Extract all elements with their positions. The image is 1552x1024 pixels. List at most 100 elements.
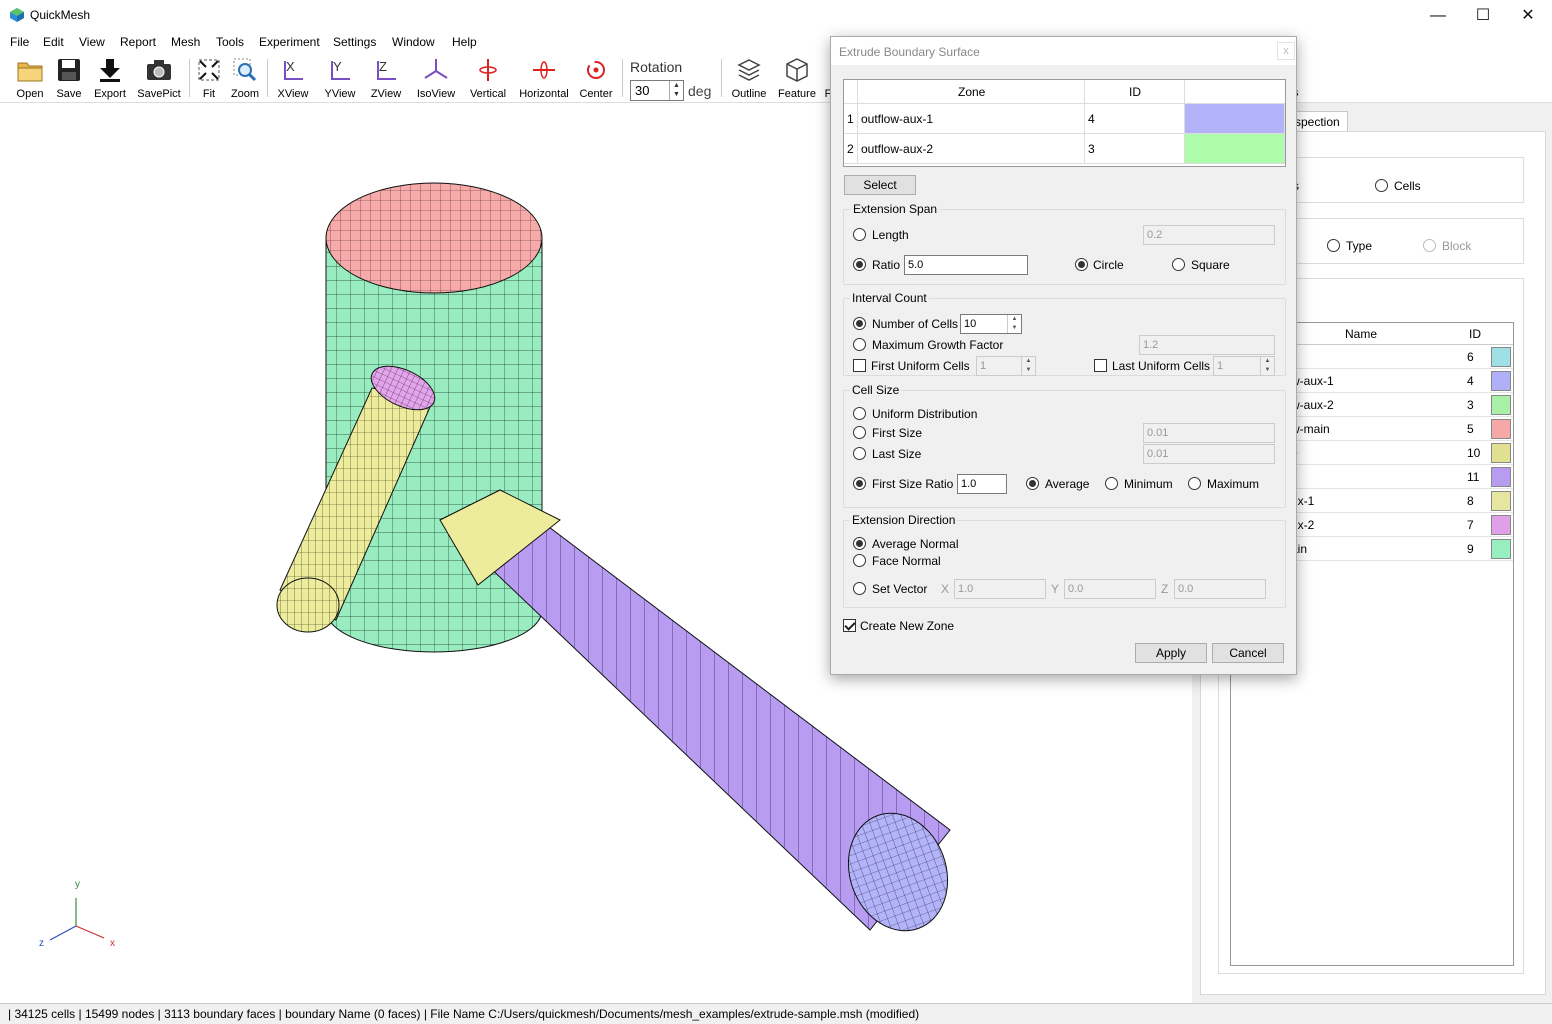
ratio-label: Ratio — [872, 258, 901, 272]
app-title: QuickMesh — [30, 8, 91, 22]
spinner-arrows-icon[interactable]: ▲ ▼ — [1021, 357, 1035, 375]
first-size-input[interactable]: 0.01 — [1143, 423, 1275, 443]
max-growth-input[interactable]: 1.2 — [1139, 335, 1275, 355]
maximum-radio[interactable] — [1188, 477, 1201, 490]
zone-color-swatch — [1185, 104, 1285, 134]
face-normal-radio[interactable] — [853, 554, 866, 567]
zview-button[interactable]: Z ZView — [366, 55, 406, 101]
menu-edit[interactable]: Edit — [43, 35, 64, 49]
minimum-label: Minimum — [1124, 477, 1173, 491]
menu-report[interactable]: Report — [120, 35, 156, 49]
x-axis-view-icon: X — [284, 59, 303, 80]
uniform-distribution-radio[interactable] — [853, 407, 866, 420]
export-button[interactable]: Export — [89, 55, 131, 101]
feature-button[interactable]: Feature — [775, 55, 819, 101]
menu-mesh[interactable]: Mesh — [171, 35, 200, 49]
first-size-radio[interactable] — [853, 426, 866, 439]
last-uniform-checkbox[interactable] — [1094, 359, 1107, 372]
axis-triad-icon — [49, 898, 105, 941]
number-of-cells-radio[interactable] — [853, 317, 866, 330]
circle-label: Circle — [1093, 258, 1124, 272]
last-size-radio[interactable] — [853, 447, 866, 460]
circle-radio[interactable] — [1075, 258, 1088, 271]
xview-button[interactable]: X XView — [273, 55, 313, 101]
set-vector-label: Set Vector — [872, 582, 928, 596]
magnifier-icon — [233, 58, 257, 82]
select-button[interactable]: Select — [844, 175, 916, 195]
uniform-distribution-label: Uniform Distribution — [872, 407, 978, 421]
first-uniform-spinner[interactable]: 1 ▲ ▼ — [976, 356, 1036, 376]
first-uniform-checkbox[interactable] — [853, 359, 866, 372]
toolbar: Open Save Export SavePict Fit Zoom X XVi… — [0, 53, 1552, 103]
spinner-arrows-icon[interactable]: ▲ ▼ — [1260, 357, 1274, 375]
minimize-button[interactable]: — — [1415, 0, 1461, 31]
fit-button[interactable]: Fit — [194, 55, 224, 101]
menu-tools[interactable]: Tools — [216, 35, 244, 49]
menu-experiment[interactable]: Experiment — [259, 35, 320, 49]
zone-table-header-id: ID — [1469, 327, 1481, 341]
toolbar-separator — [189, 59, 190, 97]
isoview-button[interactable]: IsoView — [413, 55, 459, 101]
yview-button[interactable]: Y YView — [320, 55, 360, 101]
menu-view[interactable]: View — [79, 35, 105, 49]
toolbar-separator — [267, 59, 268, 97]
zone-column-header: Zone — [958, 85, 986, 99]
id-column-header: ID — [1129, 85, 1141, 99]
vector-z-input[interactable]: 0.0 — [1174, 579, 1266, 599]
extension-span-title: Extension Span — [851, 202, 940, 216]
close-button[interactable]: ✕ — [1505, 0, 1551, 31]
first-size-ratio-input[interactable]: 1.0 — [957, 474, 1007, 494]
tab-inspection[interactable]: spection — [1294, 111, 1348, 132]
length-radio[interactable] — [853, 228, 866, 241]
first-size-ratio-radio[interactable] — [853, 477, 866, 490]
type-radio[interactable] — [1327, 239, 1340, 252]
set-vector-radio[interactable] — [853, 582, 866, 595]
outline-button[interactable]: Outline — [729, 55, 769, 101]
horizontal-button[interactable]: Horizontal — [516, 55, 572, 101]
menu-window[interactable]: Window — [392, 35, 435, 49]
ratio-input[interactable]: 5.0 — [904, 255, 1028, 275]
last-size-input[interactable]: 0.01 — [1143, 444, 1275, 464]
block-radio[interactable] — [1423, 239, 1436, 252]
vector-x-input[interactable]: 1.0 — [954, 579, 1046, 599]
zone-color-swatch — [1491, 539, 1511, 559]
minimum-radio[interactable] — [1105, 477, 1118, 490]
last-uniform-spinner[interactable]: 1 ▲ ▼ — [1213, 356, 1275, 376]
menu-settings[interactable]: Settings — [333, 35, 376, 49]
cancel-button[interactable]: Cancel — [1212, 643, 1284, 663]
menu-help[interactable]: Help — [452, 35, 477, 49]
zone-color-swatch — [1491, 515, 1511, 535]
create-new-zone-label: Create New Zone — [860, 619, 955, 633]
length-input[interactable]: 0.2 — [1143, 225, 1275, 245]
save-button[interactable]: Save — [50, 55, 88, 101]
square-radio[interactable] — [1172, 258, 1185, 271]
target-icon — [587, 61, 605, 79]
apply-button[interactable]: Apply — [1135, 643, 1207, 663]
create-new-zone-checkbox[interactable] — [843, 619, 856, 632]
average-normal-radio[interactable] — [853, 537, 866, 550]
first-size-ratio-label: First Size Ratio — [872, 477, 954, 491]
open-button[interactable]: Open — [10, 55, 50, 101]
vector-y-input[interactable]: 0.0 — [1064, 579, 1156, 599]
center-button[interactable]: Center — [576, 55, 616, 101]
cube-icon — [786, 58, 808, 82]
maximize-button[interactable]: ☐ — [1460, 0, 1506, 31]
number-of-cells-spinner[interactable]: 10 ▲ ▼ — [960, 314, 1022, 334]
max-growth-radio[interactable] — [853, 338, 866, 351]
menu-file[interactable]: File — [10, 35, 29, 49]
maximum-label: Maximum — [1207, 477, 1260, 491]
fit-icon — [198, 59, 220, 81]
layers-icon — [737, 59, 761, 81]
selected-zones-table[interactable]: Zone ID 1 outflow-aux-1 4 2 outflow-aux-… — [843, 79, 1286, 167]
cells-radio[interactable] — [1375, 179, 1388, 192]
app-logo-icon — [10, 8, 24, 22]
zoom-button[interactable]: Zoom — [228, 55, 262, 101]
spinner-arrows-icon[interactable]: ▲ ▼ — [1007, 315, 1021, 333]
average-radio[interactable] — [1026, 477, 1039, 490]
zone-color-swatch — [1491, 491, 1511, 511]
save-picture-button[interactable]: SavePict — [134, 55, 184, 101]
vertical-button[interactable]: Vertical — [466, 55, 510, 101]
ratio-radio[interactable] — [853, 258, 866, 271]
rotation-spin-arrows[interactable]: ▲ ▼ — [669, 81, 683, 100]
dialog-close-button[interactable]: x — [1277, 42, 1295, 60]
